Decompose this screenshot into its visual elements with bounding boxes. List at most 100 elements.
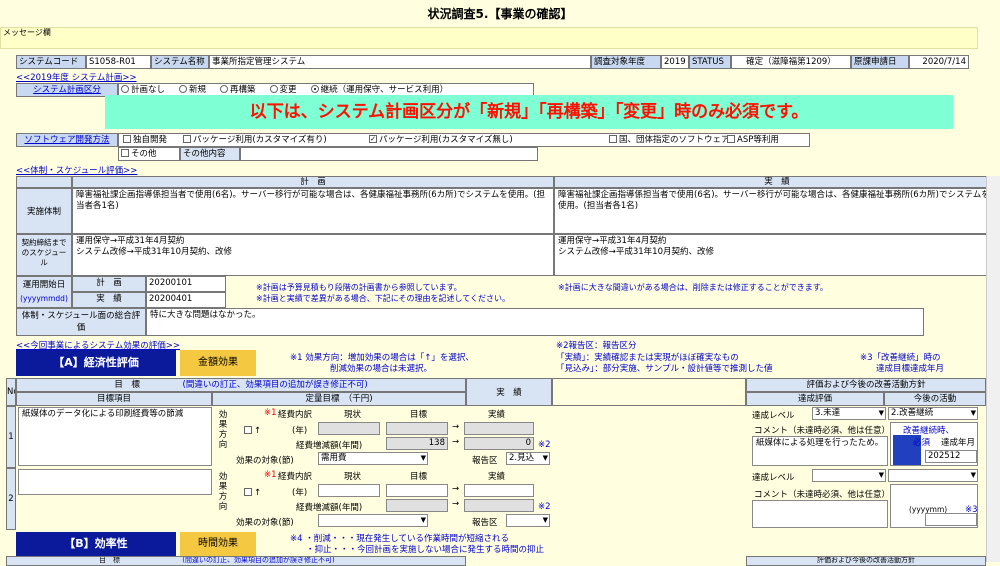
row-2-tassei-ym-input[interactable]: [925, 513, 977, 526]
row-1-zougen-target: 138: [386, 437, 448, 450]
report-note-a: ※2報告区：報告区分: [556, 341, 637, 351]
row-2-jisseki-input[interactable]: [464, 484, 534, 497]
row-2-direction[interactable]: ↑: [244, 487, 262, 498]
software-option-label: 国、団体指定のソフトウェア: [619, 135, 730, 145]
row-2-zougen-target: [386, 499, 448, 512]
plan-section-link[interactable]: <<2019年度 システム計画>>: [16, 71, 137, 83]
radio-button-icon[interactable]: [121, 84, 129, 93]
row-1-arrow-icon: →: [452, 422, 460, 432]
checkbox-icon[interactable]: [609, 134, 617, 143]
teiryo-header: 定量目標 （千円): [212, 392, 466, 406]
software-option-4[interactable]: ASP等利用: [727, 134, 779, 146]
row-1-houkoku-select[interactable]: 2.見込: [506, 452, 550, 465]
software-option-0[interactable]: 独自開発: [123, 134, 168, 146]
jisshi-plan-text[interactable]: 障害福祉課企画指導係担当者で使用(6名)。サーバー移行が可能な場合は、各健康福祉…: [72, 188, 554, 234]
start-plan-input[interactable]: 20200101: [146, 276, 226, 292]
row-1-comment-text[interactable]: 紙媒体による処理を行ったため。: [752, 436, 888, 466]
radio-button-icon[interactable]: [179, 84, 188, 93]
row-2-item-text[interactable]: [18, 469, 212, 495]
checkbox-icon[interactable]: [123, 134, 131, 143]
checkbox-icon[interactable]: [183, 134, 191, 143]
system-name-label: システム名称: [151, 55, 209, 69]
row-1-tassei-label: 達成レベル: [752, 411, 795, 421]
software-option-label: パッケージ利用(カスタマイズ有り): [193, 135, 327, 145]
row-2-tassei-select[interactable]: [812, 469, 886, 482]
row-1-mokuhyo-input[interactable]: [386, 422, 448, 435]
start-actual-input[interactable]: 20200401: [146, 292, 226, 308]
keiyaku-plan-text[interactable]: 運用保守→平成31年4月契約 システム改修→平成31年10月契約、改修: [72, 234, 554, 276]
plan-kubun-radio-0[interactable]: 計画なし: [121, 84, 166, 95]
row-2-no: 2: [6, 468, 16, 530]
software-label[interactable]: ソフトウェア開発方法: [16, 133, 118, 147]
row-1-kongo-select[interactable]: 2.改善継続: [888, 407, 978, 420]
plan-kubun-radio-1[interactable]: 新規: [179, 84, 206, 95]
row-2-note1: ※1: [264, 470, 277, 480]
row-1-direction-checkbox[interactable]: [244, 425, 252, 434]
schedule-note-2: ※計画に大きな間違いがある場合は、削除または修正することができます。: [558, 283, 828, 292]
row-2-direction-checkbox[interactable]: [244, 487, 252, 496]
row-1-nen-label: (年): [292, 426, 308, 436]
effect-row-1: 1 紙媒体のデータ化による印刷経費等の節減 効果方向 ↑ ※1 経費内訳 現状 …: [6, 406, 1000, 468]
row-1-taisho-label: 効果の対象(節): [236, 456, 294, 466]
row-1-taisho-select[interactable]: 需用費: [318, 452, 428, 465]
plan-kubun-radio-label: 計画なし: [131, 85, 166, 95]
plan-kubun-radio-3[interactable]: 変更: [269, 84, 297, 95]
start-date-format: (yyyymmdd): [20, 294, 68, 303]
keiyaku-actual-text[interactable]: 運用保守→平成31年4月契約 システム改修→平成31年10月契約、改修: [554, 234, 1000, 276]
row-2-kongo-select[interactable]: [888, 469, 978, 482]
radio-button-icon[interactable]: [269, 84, 278, 93]
row-2-nen-label: (年): [292, 488, 308, 498]
row-1-item-text[interactable]: 紙媒体のデータ化による印刷経費等の節減: [18, 407, 212, 466]
kongo-header: 今後の活動: [884, 392, 986, 406]
row-2-houkoku-select[interactable]: [506, 514, 550, 527]
row-2-tassei-label: 達成レベル: [752, 473, 795, 483]
row-2-arrow: ↑: [254, 488, 262, 498]
row-1-comment-label: コメント（未達時必須、他は任意）: [754, 426, 891, 436]
row-1-direction[interactable]: ↑: [244, 425, 262, 436]
sougou-text[interactable]: 特に大きな問題はなかった。: [146, 308, 924, 336]
checkbox-icon[interactable]: [727, 134, 735, 143]
row-1-arrow: ↑: [254, 426, 262, 436]
start-date-label: 運用開始日 (yyyymmdd): [16, 276, 72, 308]
plan-kubun-radio-2[interactable]: 再構築: [220, 84, 256, 95]
bottom-hyoka-header: 評価および今後の改善活動方針: [746, 556, 986, 566]
mokuhyo-header-note: (間違いの訂正、効果項目の追加が誤き修正不可): [182, 380, 368, 390]
row-1-tassei-select[interactable]: 3.未達: [812, 407, 886, 420]
checkbox-icon[interactable]: ✓: [369, 134, 377, 143]
row-2-taisho-label: 効果の対象(節): [236, 518, 294, 528]
mokuhyo-header-text: 目 標: [114, 380, 140, 390]
software-option-label: 独自開発: [133, 135, 168, 145]
plan-kubun-label[interactable]: システム計画区分: [16, 83, 118, 97]
system-code-value: S1058-R01: [86, 55, 151, 69]
radio-button-icon[interactable]: [310, 84, 319, 93]
plan-kubun-radio-label: 再構築: [230, 85, 256, 95]
jisshi-actual-text[interactable]: 障害福祉課企画指導係担当者で使用(6名)。サーバー移行が可能な場合は、各健康福祉…: [554, 188, 1000, 234]
mokuhyo-header: 目 標 (間違いの訂正、効果項目の追加が誤き修正不可): [16, 378, 466, 392]
row-1-zougen-actual: 0: [464, 437, 534, 450]
row-2-comment-text[interactable]: [752, 500, 888, 528]
software-other-input[interactable]: [240, 147, 538, 161]
row-1-jisseki-input[interactable]: [464, 422, 534, 435]
row-2-taisho-select[interactable]: [318, 514, 428, 527]
plan-kubun-radio-label: 継続（運用保守、サービス利用）: [320, 85, 449, 95]
row-2-mokuhyo-input[interactable]: [386, 484, 448, 497]
message-label: メッセージ欄: [3, 28, 51, 37]
software-option-3[interactable]: 国、団体指定のソフトウェア: [609, 134, 730, 146]
row-1-tassei-ym-input[interactable]: 202512: [925, 450, 977, 463]
software-other-option[interactable]: その他: [118, 147, 180, 161]
row-2-genjo-input[interactable]: [318, 484, 380, 497]
software-option-label: ASP等利用: [737, 135, 779, 145]
row-1-jisseki-label: 実績: [488, 410, 506, 420]
bottom-mokuhyo-header: 目 標 (間違いの訂正、効果項目の追加が誤き修正不可): [6, 556, 466, 566]
radio-button-icon[interactable]: [220, 84, 229, 93]
software-option-2[interactable]: ✓ パッケージ利用(カスタマイズ無し): [369, 134, 513, 146]
row-1-note1: ※1: [264, 408, 277, 418]
schedule-link[interactable]: <<体制・スケジュール評価>>: [16, 164, 137, 176]
start-date-label-text: 運用開始日: [22, 280, 66, 290]
row-1-genjo-input[interactable]: [318, 422, 380, 435]
page-scrollbar[interactable]: [986, 176, 1000, 562]
plan-kubun-radio-4[interactable]: 継続（運用保守、サービス利用）: [310, 84, 449, 95]
software-option-1[interactable]: パッケージ利用(カスタマイズ有り): [183, 134, 327, 146]
system-name-value: 事業所指定管理システム: [209, 55, 591, 69]
checkbox-icon[interactable]: [121, 148, 129, 157]
